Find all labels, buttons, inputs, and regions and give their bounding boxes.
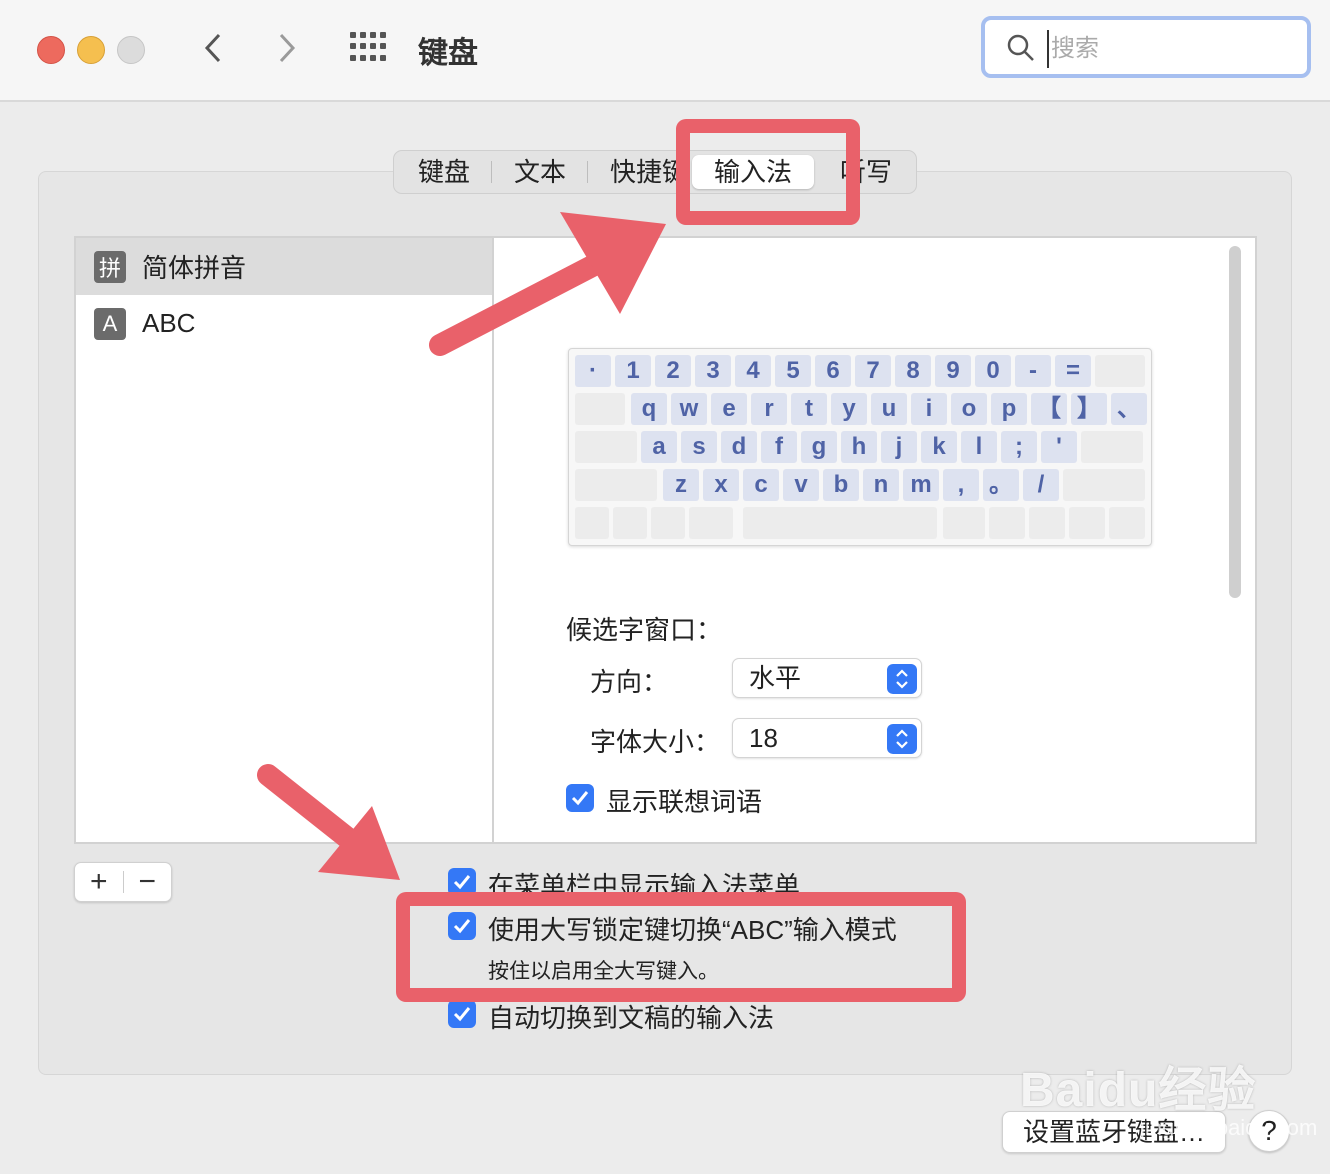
annotation-arrows <box>257 212 666 880</box>
arrow-to-caps-lock-icon <box>257 764 400 880</box>
arrow-to-tab-icon <box>429 212 666 356</box>
